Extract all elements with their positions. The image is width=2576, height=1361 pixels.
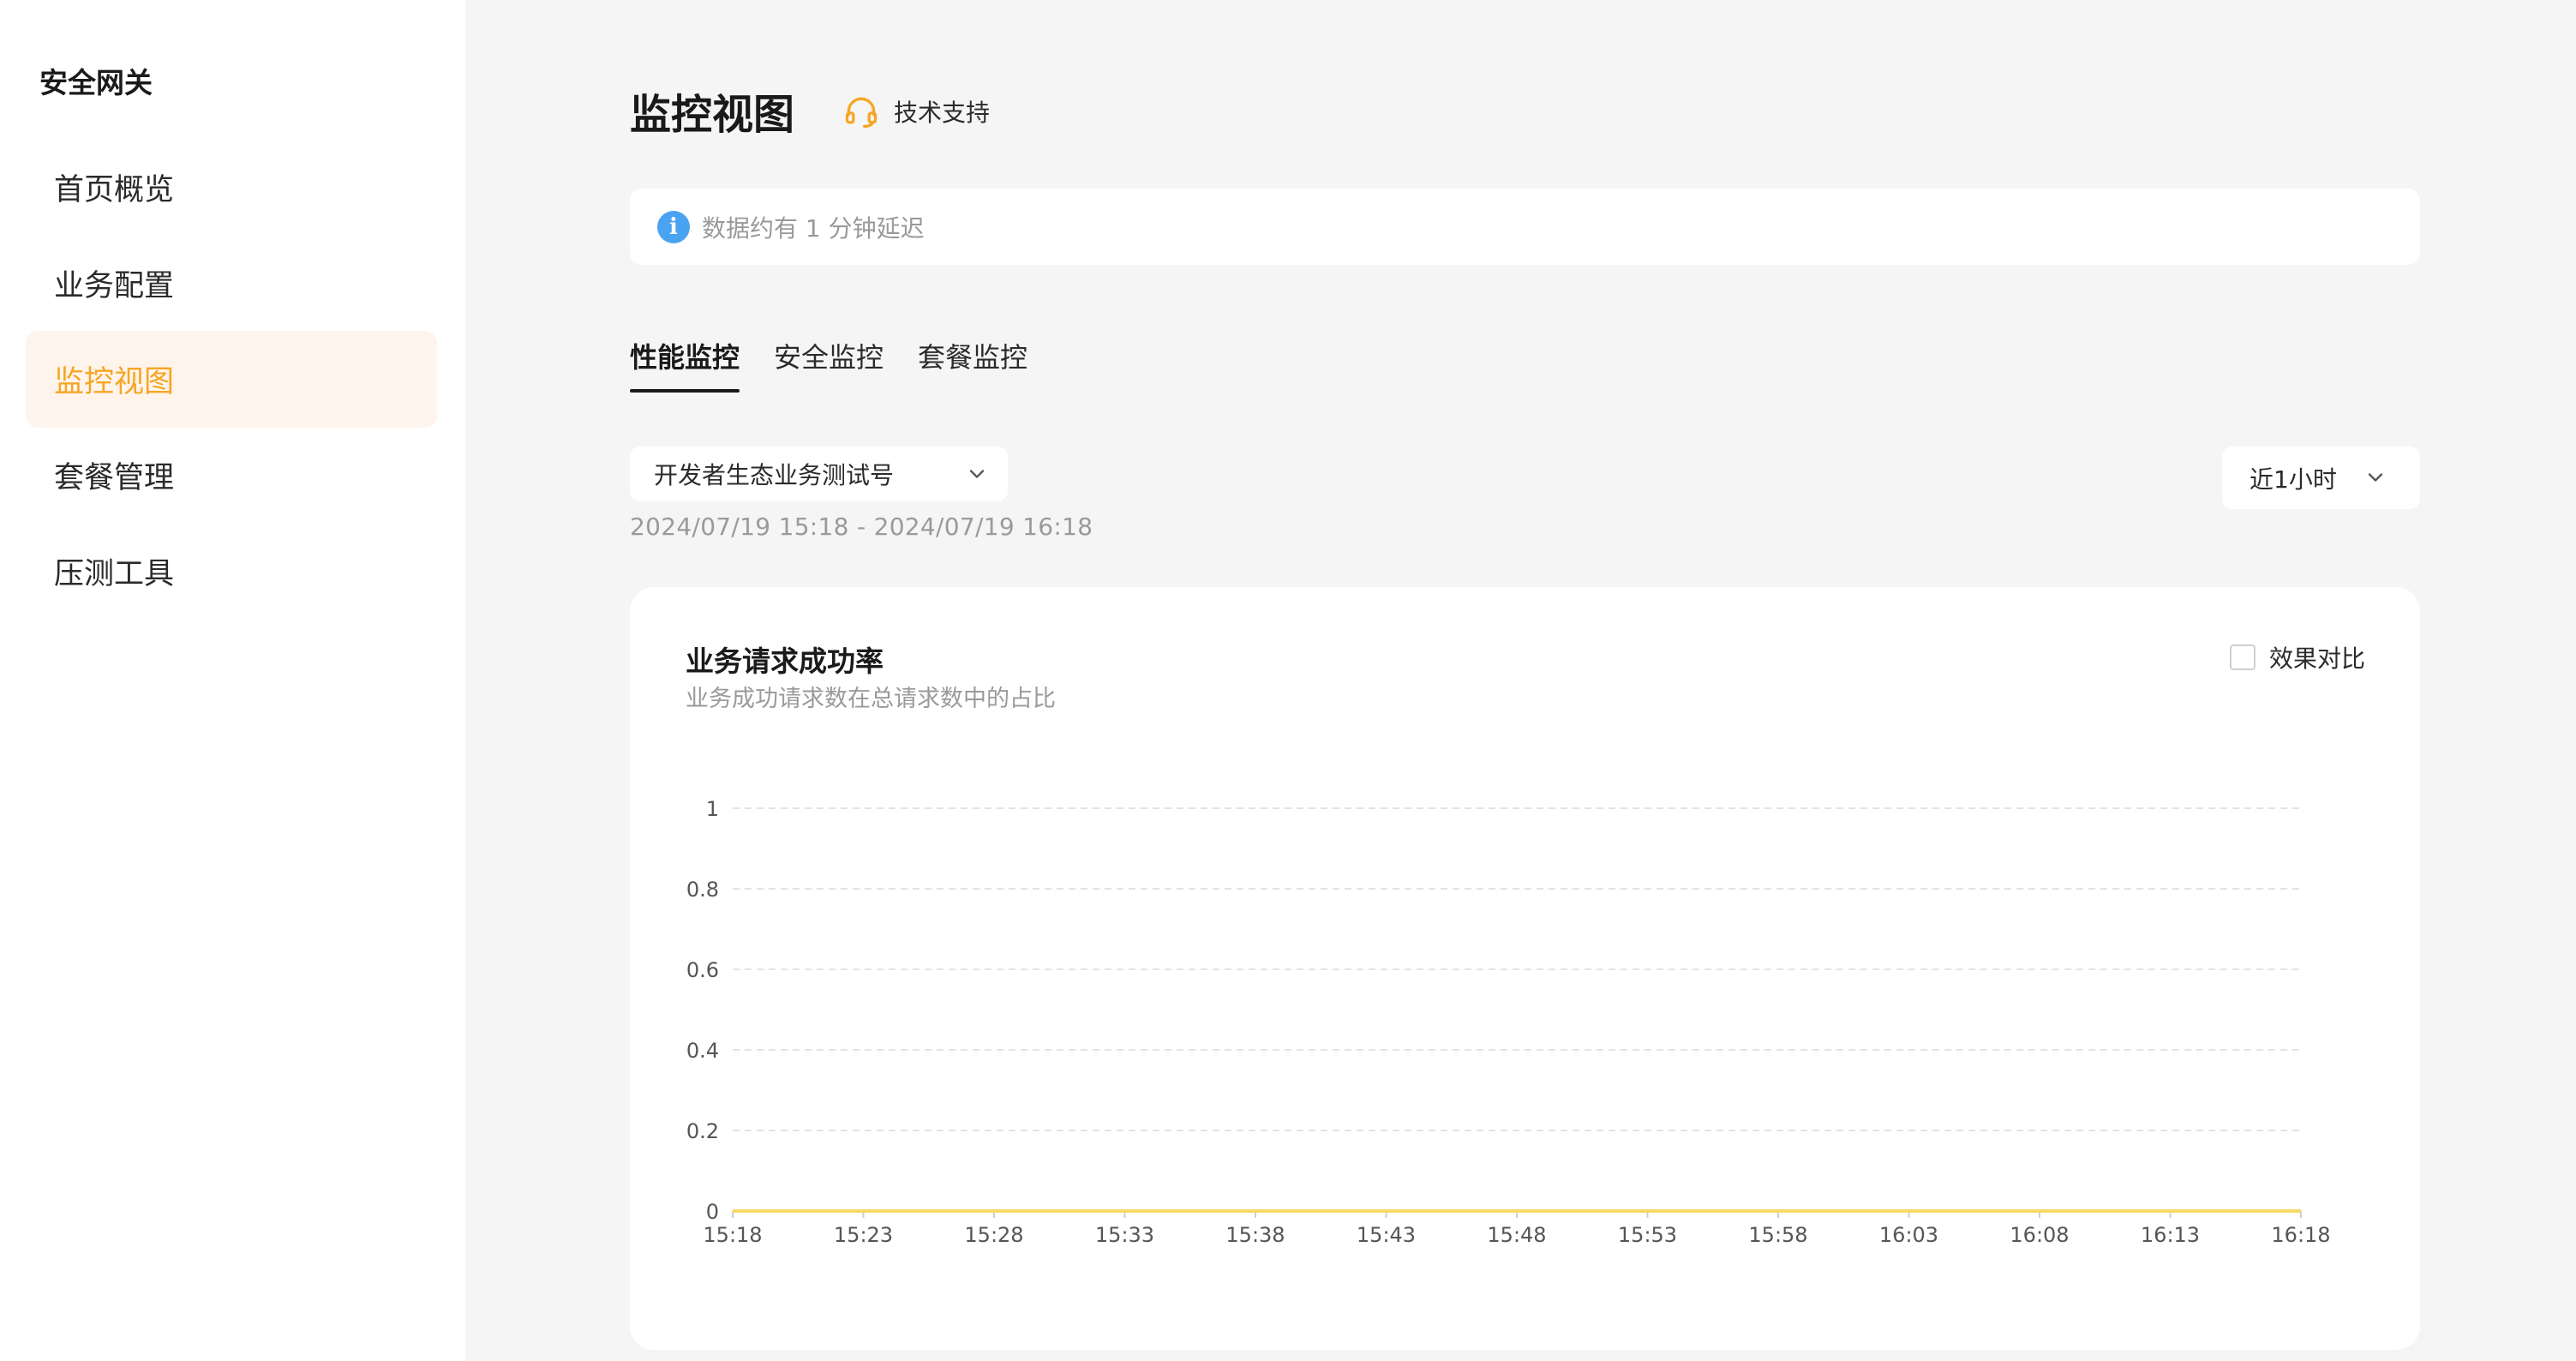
tab-package[interactable]: 套餐监控 xyxy=(918,336,1027,393)
y-tick-label: 0 xyxy=(706,1200,719,1224)
success-rate-chart: 0 0.2 0.4 0.6 0.8 1 15:18 15:23 15:28 15:33 15:38 1… xyxy=(686,797,2331,1247)
chevron-down-icon xyxy=(969,470,985,478)
account-select-value: 开发者生态业务测试号 xyxy=(654,461,895,489)
time-range-text: 2024/07/19 15:18 - 2024/07/19 16:18 xyxy=(630,513,1093,541)
x-tick-label: 16:08 xyxy=(2010,1223,2069,1247)
tech-support-link[interactable]: 技术支持 xyxy=(842,93,990,130)
delay-notice-text: 数据约有 1 分钟延迟 xyxy=(702,213,925,243)
y-tick-label: 0.2 xyxy=(686,1119,719,1143)
sidebar-item-monitor-view[interactable]: 监控视图 xyxy=(26,331,437,428)
x-tick-label: 15:48 xyxy=(1487,1223,1546,1247)
period-select[interactable]: 近1小时 xyxy=(2222,447,2420,509)
x-tick-label: 15:33 xyxy=(1095,1223,1154,1247)
y-tick-label: 1 xyxy=(706,797,719,821)
tech-support-label: 技术支持 xyxy=(894,99,991,127)
y-tick-label: 0.4 xyxy=(686,1039,719,1063)
sidebar-item-overview[interactable]: 首页概览 xyxy=(26,139,437,236)
x-tick-label: 15:23 xyxy=(834,1223,893,1247)
y-tick-label: 0.6 xyxy=(686,958,719,982)
sidebar-item-business-config[interactable]: 业务配置 xyxy=(26,235,437,332)
delay-notice: i 数据约有 1 分钟延迟 xyxy=(630,189,2420,265)
x-tick-label: 15:43 xyxy=(1357,1223,1416,1247)
y-tick-label: 0.8 xyxy=(686,878,719,902)
x-tick-label: 15:38 xyxy=(1225,1223,1285,1247)
sidebar-item-label: 套餐管理 xyxy=(54,461,175,495)
info-icon: i xyxy=(657,210,690,243)
sidebar-item-label: 压测工具 xyxy=(54,557,175,591)
sidebar-item-stress-test[interactable]: 压测工具 xyxy=(26,523,437,620)
x-tick-label: 15:18 xyxy=(703,1223,762,1247)
sidebar-item-package-management[interactable]: 套餐管理 xyxy=(26,427,437,524)
x-tick-label: 15:53 xyxy=(1618,1223,1677,1247)
sidebar: 安全网关 首页概览 业务配置 监控视图 套餐管理 压测工具 xyxy=(0,0,465,1361)
sidebar-item-label: 业务配置 xyxy=(54,269,175,303)
account-select[interactable]: 开发者生态业务测试号 xyxy=(630,447,1008,501)
tab-security[interactable]: 安全监控 xyxy=(774,336,884,393)
headset-icon xyxy=(845,97,878,129)
x-tick-label: 15:28 xyxy=(964,1223,1023,1247)
sidebar-item-label: 监控视图 xyxy=(54,365,175,399)
x-tick-label: 15:58 xyxy=(1748,1223,1807,1247)
x-tick-label: 16:03 xyxy=(1879,1223,1938,1247)
x-tick-label: 16:13 xyxy=(2141,1223,2200,1247)
monitor-tabs: 性能监控 安全监控 套餐监控 xyxy=(630,336,1027,393)
success-rate-card: 业务请求成功率 业务成功请求数在总请求数中的占比 效果对比 0 0.2 0.4 0.6… xyxy=(630,587,2420,1350)
period-select-value: 近1小时 xyxy=(2250,465,2337,494)
x-tick-label: 16:18 xyxy=(2271,1223,2330,1247)
sidebar-item-label: 首页概览 xyxy=(54,173,175,207)
page-title: 监控视图 xyxy=(630,91,795,139)
chevron-down-icon xyxy=(2368,473,2383,482)
app-root: 安全网关 首页概览 业务配置 监控视图 套餐管理 压测工具 监控视图 技术支持 … xyxy=(0,0,2576,1361)
tab-performance[interactable]: 性能监控 xyxy=(630,336,740,393)
sidebar-title: 安全网关 xyxy=(39,66,153,99)
main-content: 监控视图 技术支持 i 数据约有 1 分钟延迟 性能监控 安全监控 套餐监控 开… xyxy=(465,0,2576,1361)
